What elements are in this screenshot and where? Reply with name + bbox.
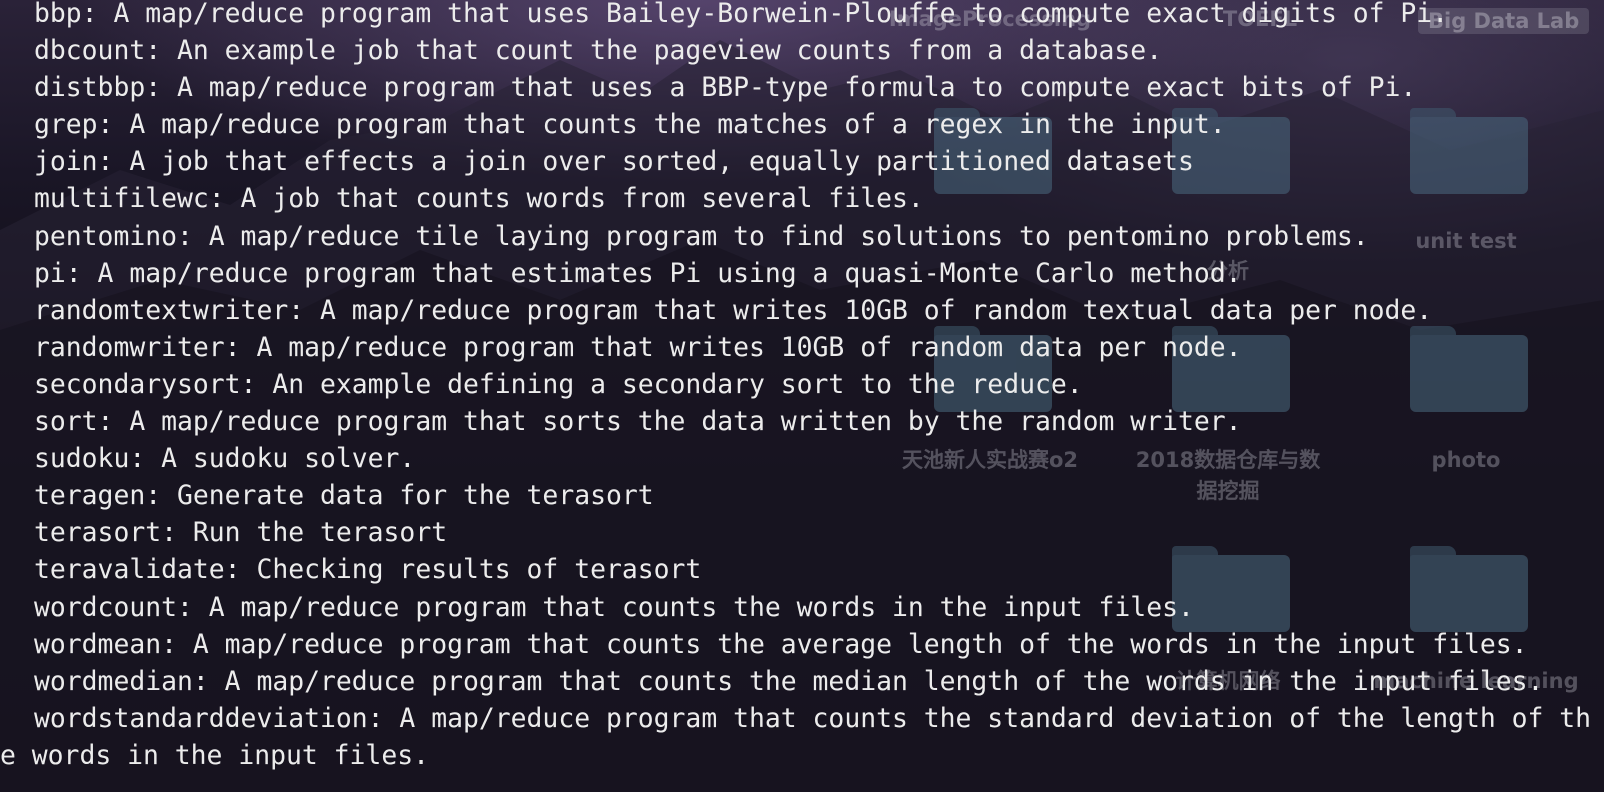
terminal-line-teragen: teragen: Generate data for the terasort [34, 480, 654, 511]
terminal-output[interactable]: bbp: A map/reduce program that uses Bail… [0, 0, 1604, 792]
terminal-line-randomtextwriter: randomtextwriter: A map/reduce program t… [34, 295, 1433, 326]
terminal-line-wordcount: wordcount: A map/reduce program that cou… [34, 592, 1194, 623]
terminal-line-grep: grep: A map/reduce program that counts t… [34, 109, 1226, 140]
terminal-line-multifilewc: multifilewc: A job that counts words fro… [34, 183, 924, 214]
terminal-line-bbp: bbp: A map/reduce program that uses Bail… [34, 0, 1449, 29]
terminal-line-join: join: A job that effects a join over sor… [34, 146, 1194, 177]
desktop-screen: Big Data Lab ImageProcessing TOEFL unit … [0, 0, 1604, 792]
terminal-line-wordmedian: wordmedian: A map/reduce program that co… [34, 666, 1544, 697]
terminal-line-teravalidate: teravalidate: Checking results of teraso… [34, 554, 702, 585]
terminal-line-wordstandarddeviation-wrap: e words in the input files. [0, 740, 429, 771]
terminal-line-secondarysort: secondarysort: An example defining a sec… [34, 369, 1083, 400]
terminal-line-dbcount: dbcount: An example job that count the p… [34, 35, 1163, 66]
terminal-line-terasort: terasort: Run the terasort [34, 517, 448, 548]
terminal-line-distbbp: distbbp: A map/reduce program that uses … [34, 72, 1417, 103]
terminal-line-sort: sort: A map/reduce program that sorts th… [34, 406, 1242, 437]
terminal-line-sudoku: sudoku: A sudoku solver. [34, 443, 416, 474]
terminal-line-pi: pi: A map/reduce program that estimates … [34, 258, 1242, 289]
terminal-line-wordmean: wordmean: A map/reduce program that coun… [34, 629, 1528, 660]
terminal-line-randomwriter: randomwriter: A map/reduce program that … [34, 332, 1242, 363]
terminal-line-pentomino: pentomino: A map/reduce tile laying prog… [34, 221, 1369, 252]
terminal-line-wordstandarddeviation: wordstandarddeviation: A map/reduce prog… [34, 703, 1592, 734]
